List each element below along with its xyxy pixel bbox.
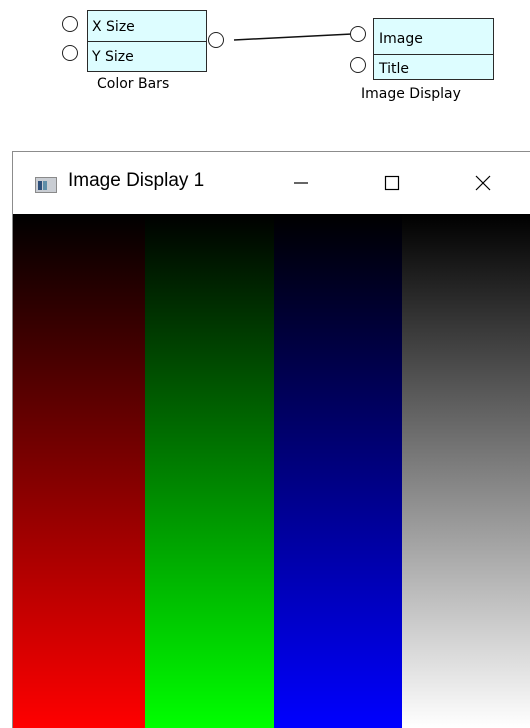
maximize-icon bbox=[384, 175, 400, 191]
port-divider bbox=[374, 54, 493, 55]
green-gradient-bar bbox=[145, 214, 274, 728]
color-bars-block[interactable]: X Size Y Size bbox=[87, 10, 207, 72]
image-display-window[interactable]: Image Display 1 bbox=[12, 151, 530, 728]
window-titlebar[interactable]: Image Display 1 bbox=[13, 152, 530, 214]
minimize-button[interactable] bbox=[271, 152, 331, 214]
image-input-port[interactable] bbox=[350, 26, 366, 42]
blue-gradient-bar bbox=[274, 214, 402, 728]
minimize-icon bbox=[294, 182, 308, 184]
port-divider bbox=[88, 41, 206, 42]
app-icon bbox=[35, 177, 57, 193]
x-size-label: X Size bbox=[92, 19, 135, 35]
color-bars-caption: Color Bars bbox=[97, 76, 170, 92]
title-input-port[interactable] bbox=[350, 57, 366, 73]
image-port-label: Image bbox=[379, 31, 423, 47]
window-title: Image Display 1 bbox=[68, 170, 205, 191]
color-bars-output-port[interactable] bbox=[208, 32, 224, 48]
title-port-label: Title bbox=[379, 61, 410, 77]
red-gradient-bar bbox=[13, 214, 145, 728]
x-size-input-port[interactable] bbox=[62, 16, 78, 32]
close-button[interactable] bbox=[453, 152, 513, 214]
color-bars-image bbox=[13, 214, 530, 728]
image-display-caption: Image Display bbox=[361, 86, 461, 102]
y-size-label: Y Size bbox=[92, 49, 134, 65]
maximize-button[interactable] bbox=[362, 152, 422, 214]
y-size-input-port[interactable] bbox=[62, 45, 78, 61]
close-icon bbox=[475, 175, 491, 191]
image-display-block[interactable]: Image Title bbox=[373, 18, 494, 80]
white-gradient-bar bbox=[402, 214, 530, 728]
